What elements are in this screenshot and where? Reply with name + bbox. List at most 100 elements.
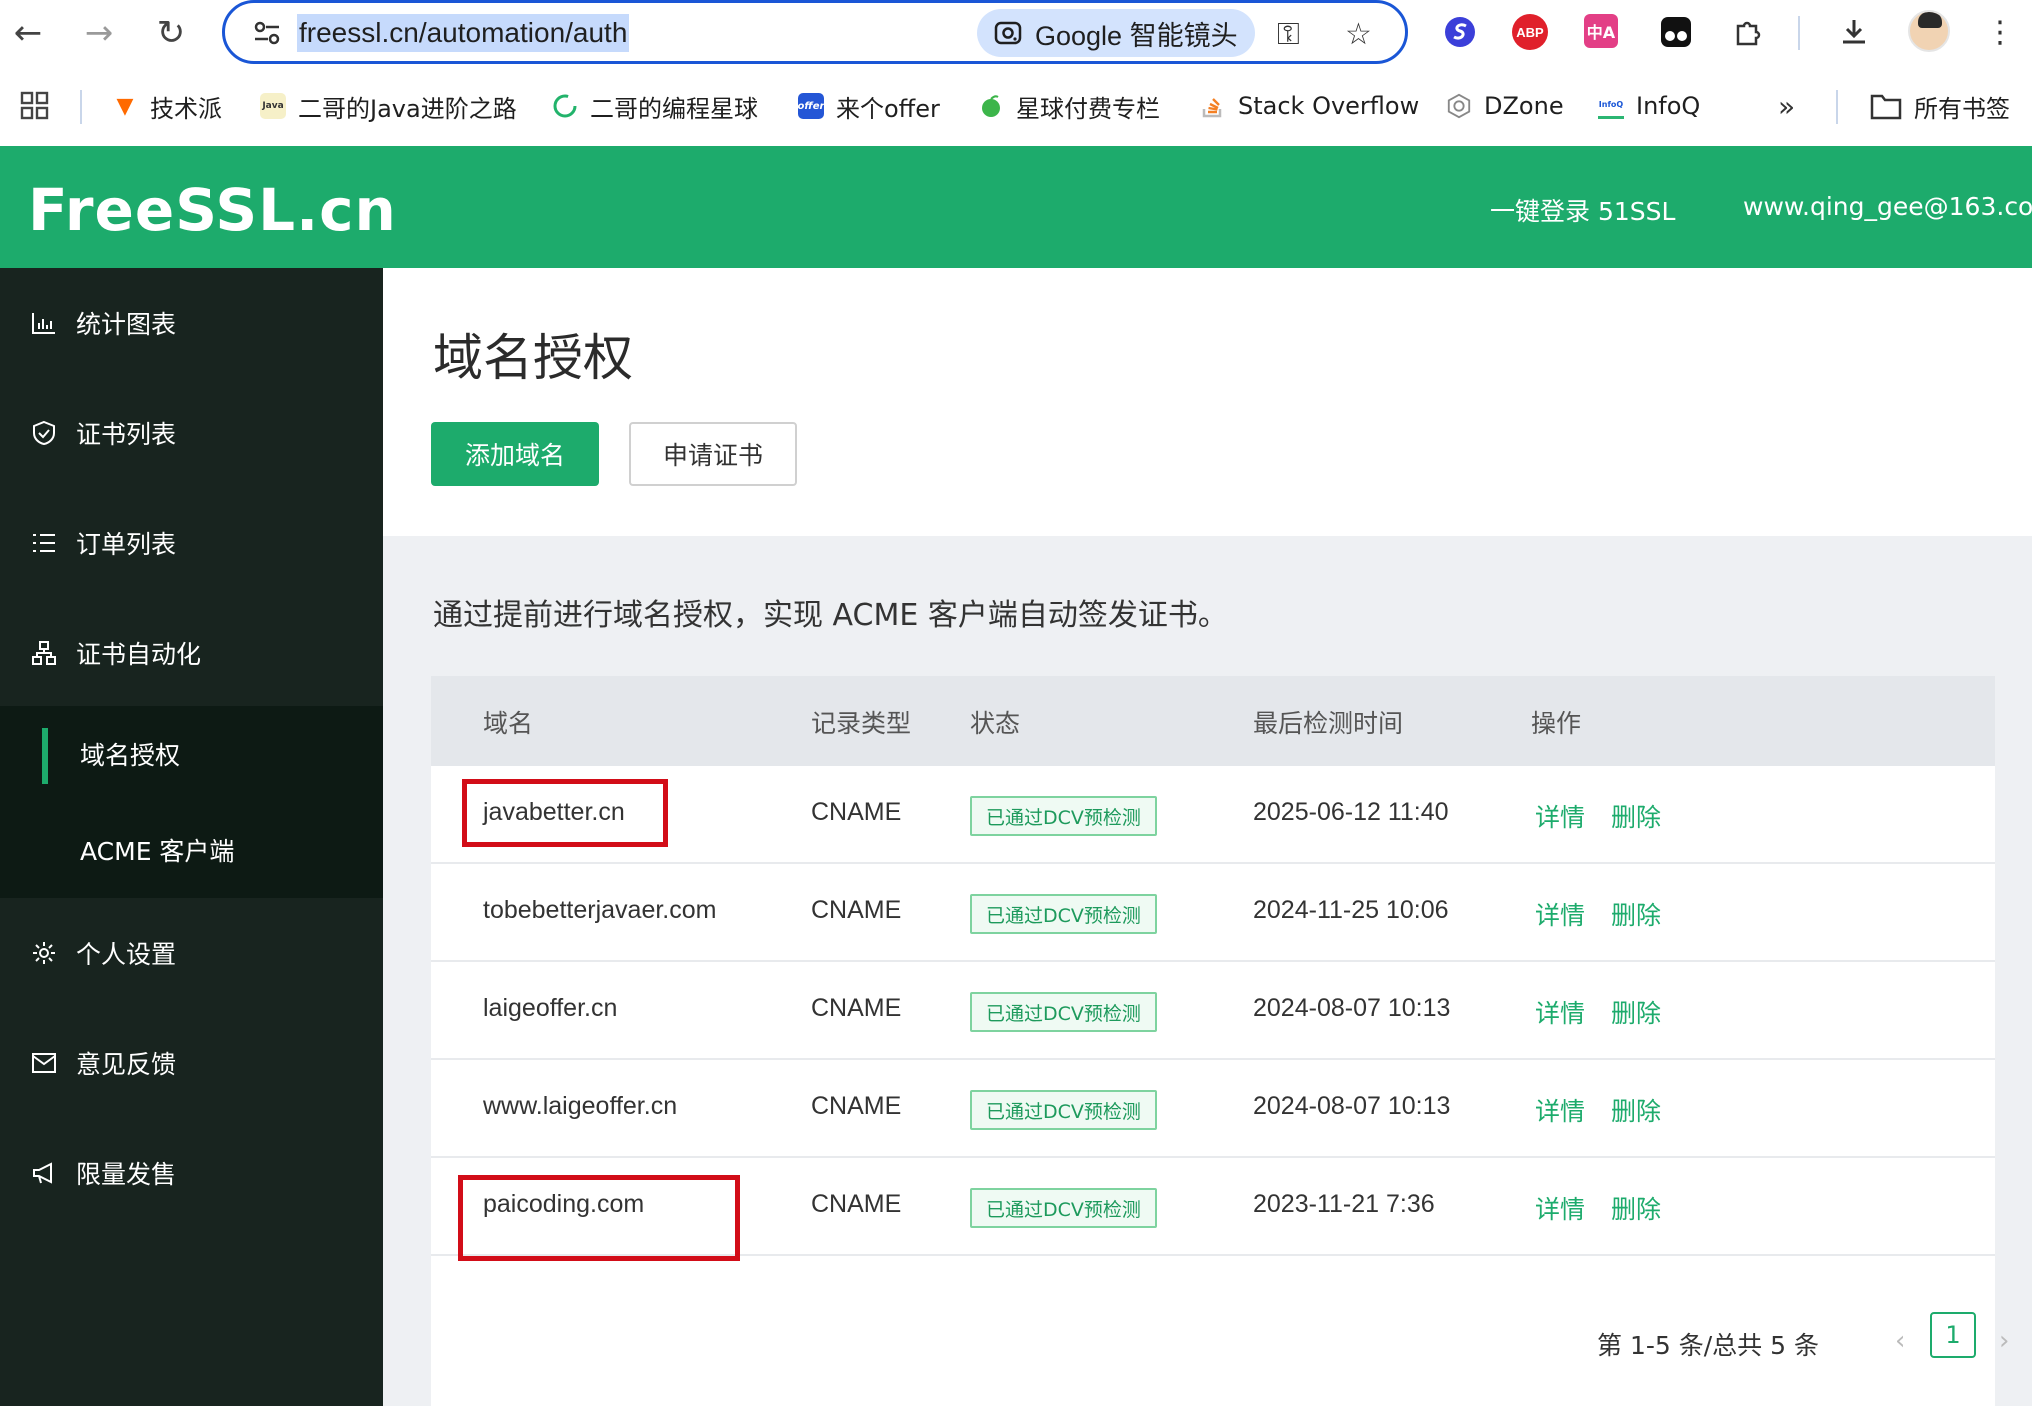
site-logo[interactable]: FreeSSL.cn: [28, 176, 397, 244]
sidebar-item-automation[interactable]: 证书自动化: [0, 598, 383, 708]
translate-extension-icon[interactable]: 中A: [1584, 14, 1618, 48]
url-text[interactable]: freessl.cn/automation/auth: [297, 14, 630, 52]
page-header: 域名授权 添加域名 申请证书: [383, 268, 2032, 536]
apply-certificate-button[interactable]: 申请证书: [629, 422, 797, 486]
sidebar-item-certificates[interactable]: 证书列表: [0, 378, 383, 488]
stack-overflow-icon: [1200, 93, 1226, 119]
user-account-link[interactable]: www.qing_gee@163.com: [1743, 192, 2032, 221]
domain-cell: tobebetterjavaer.com: [483, 896, 717, 924]
apps-grid-icon[interactable]: [20, 88, 50, 124]
all-bookmarks-folder[interactable]: 所有书签: [1870, 88, 2010, 124]
automation-submenu: 域名授权 ACME 客户端: [0, 706, 383, 898]
profile-avatar[interactable]: [1908, 10, 1950, 52]
page-1-button[interactable]: 1: [1930, 1312, 1976, 1358]
arrow-right-icon: →: [84, 13, 114, 53]
adblock-icon[interactable]: ABP: [1512, 14, 1548, 50]
reload-button[interactable]: ↻: [146, 8, 196, 58]
column-header-last-check: 最后检测时间: [1253, 709, 1404, 738]
bookmark-favicon-icon: [552, 93, 578, 119]
column-header-record-type: 记录类型: [811, 709, 912, 738]
extensions-puzzle-icon[interactable]: [1728, 12, 1768, 52]
bookmark-dzone[interactable]: DZone: [1446, 88, 1564, 124]
key-icon[interactable]: ⚿: [1277, 17, 1300, 52]
pagination-summary: 第 1-5 条/总共 5 条: [1597, 1331, 1819, 1360]
address-bar[interactable]: freessl.cn/automation/auth Google 智能镜头 ⚿…: [222, 0, 1408, 64]
app-header: FreeSSL.cn 一键登录 51SSL www.qing_gee@163.c…: [0, 146, 2032, 268]
status-badge: 已通过DCV预检测: [970, 992, 1157, 1032]
login-51ssl-link[interactable]: 一键登录 51SSL: [1490, 192, 1675, 228]
bookmark-infoq[interactable]: InfoQ InfoQ: [1598, 88, 1700, 124]
bar-chart-icon: [30, 309, 58, 337]
sidebar-item-limited-sale[interactable]: 限量发售: [0, 1118, 383, 1228]
column-header-status: 状态: [970, 709, 1021, 738]
sidebar-item-acme-client[interactable]: ACME 客户端: [0, 802, 383, 898]
lens-label: Google 智能镜头: [1035, 20, 1238, 51]
record-type-cell: CNAME: [811, 896, 902, 924]
bookmarks-bar: ▼ 技术派 Java 二哥的Java进阶之路 二哥的编程星球 offer 来个o…: [0, 66, 2032, 146]
bookmark-star-icon[interactable]: ☆: [1345, 17, 1372, 52]
add-domain-button[interactable]: 添加域名: [431, 422, 599, 486]
bookmark-stack-overflow[interactable]: Stack Overflow: [1200, 88, 1419, 124]
detail-link[interactable]: 详情: [1535, 1190, 1585, 1226]
next-page-button[interactable]: ›: [1999, 1326, 2009, 1356]
bookmark-coding-planet[interactable]: 二哥的编程星球: [552, 88, 758, 124]
sidebar-item-stats[interactable]: 统计图表: [0, 268, 383, 378]
prev-page-button[interactable]: ‹: [1895, 1326, 1905, 1356]
hierarchy-icon: [30, 639, 58, 667]
list-icon: [30, 529, 58, 557]
mail-icon: [30, 1049, 58, 1077]
delete-link[interactable]: 删除: [1611, 1190, 1661, 1226]
detail-link[interactable]: 详情: [1535, 994, 1585, 1030]
bookmarks-overflow-icon[interactable]: »: [1778, 88, 1795, 124]
arrow-left-icon: ←: [13, 13, 43, 53]
megaphone-icon: [30, 1159, 58, 1187]
more-menu-icon[interactable]: ⋮: [1980, 12, 2020, 52]
forward-button[interactable]: →: [74, 8, 124, 58]
detail-link[interactable]: 详情: [1535, 798, 1585, 834]
column-header-actions: 操作: [1531, 709, 1582, 738]
bookmark-favicon-icon: offer: [798, 93, 824, 119]
delete-link[interactable]: 删除: [1611, 896, 1661, 932]
tampermonkey-icon[interactable]: [1656, 12, 1696, 52]
sidebar-item-domain-auth[interactable]: 域名授权: [0, 706, 383, 802]
highlight-box: [458, 1175, 740, 1261]
delete-link[interactable]: 删除: [1611, 994, 1661, 1030]
shield-check-icon: [30, 419, 58, 447]
page-title: 域名授权: [433, 329, 633, 387]
record-type-cell: CNAME: [811, 1092, 902, 1120]
folder-icon: [1870, 94, 1902, 120]
status-badge: 已通过DCV预检测: [970, 1090, 1157, 1130]
downloads-icon[interactable]: [1834, 12, 1874, 52]
bookmark-laigeoffer[interactable]: offer 来个offer: [798, 88, 940, 124]
lens-icon: [994, 21, 1022, 45]
bookmark-favicon-icon: ▼: [116, 93, 134, 119]
table-row: laigeoffer.cn CNAME 已通过DCV预检测 2024-08-07 10…: [431, 962, 1995, 1060]
detail-link[interactable]: 详情: [1535, 896, 1585, 932]
detail-link[interactable]: 详情: [1535, 1092, 1585, 1128]
site-settings-icon[interactable]: [251, 17, 283, 49]
last-check-cell: 2024-11-25 10:06: [1253, 896, 1449, 924]
sidebar: 统计图表 证书列表 订单列表 证书自动化 域名授权 ACME 客户端 个人设置: [0, 268, 383, 1406]
bookmark-jishupai[interactable]: ▼ 技术派: [112, 88, 222, 124]
infoq-icon: InfoQ: [1598, 93, 1624, 119]
google-lens-chip[interactable]: Google 智能镜头: [977, 9, 1255, 57]
bookmark-favicon-icon: [978, 93, 1004, 119]
sidebar-item-settings[interactable]: 个人设置: [0, 898, 383, 1008]
back-button[interactable]: ←: [3, 8, 53, 58]
record-type-cell: CNAME: [811, 1190, 902, 1218]
delete-link[interactable]: 删除: [1611, 1092, 1661, 1128]
bookmarks-divider: [1836, 90, 1838, 124]
status-badge: 已通过DCV预检测: [970, 796, 1157, 836]
bookmarks-divider: [80, 90, 82, 124]
sidebar-item-orders[interactable]: 订单列表: [0, 488, 383, 598]
intro-text: 通过提前进行域名授权，实现 ACME 客户端自动签发证书。: [433, 598, 1228, 633]
extension-s-icon[interactable]: [1440, 12, 1480, 52]
table-header: 域名 记录类型 状态 最后检测时间 操作: [431, 676, 1995, 766]
table-row: tobebetterjavaer.com CNAME 已通过DCV预检测 2024-1…: [431, 864, 1995, 962]
bookmark-java-path[interactable]: Java 二哥的Java进阶之路: [260, 88, 517, 124]
delete-link[interactable]: 删除: [1611, 798, 1661, 834]
bookmark-planet-column[interactable]: 星球付费专栏: [978, 88, 1160, 124]
sidebar-item-feedback[interactable]: 意见反馈: [0, 1008, 383, 1118]
status-badge: 已通过DCV预检测: [970, 1188, 1157, 1228]
gear-icon: [30, 939, 58, 967]
